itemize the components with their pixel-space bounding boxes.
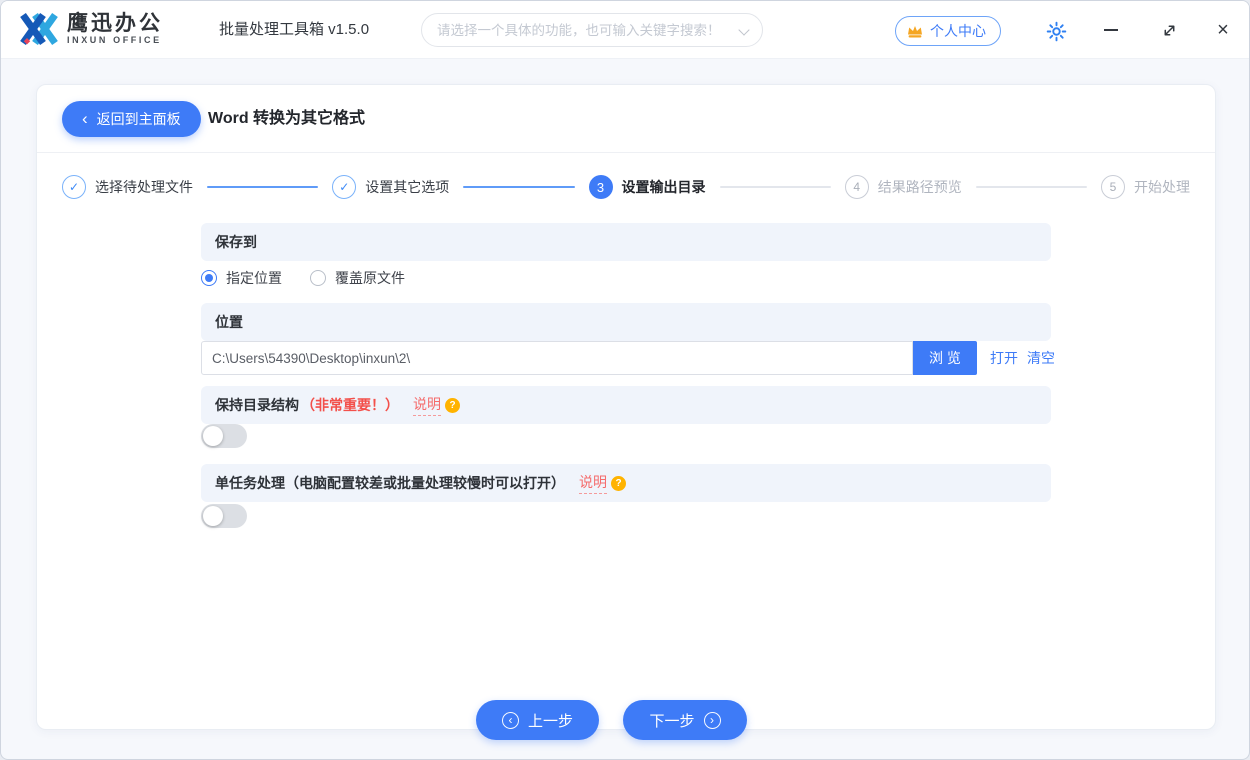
open-folder-link[interactable]: 打开 — [990, 348, 1018, 368]
user-center-button[interactable]: 个人中心 — [895, 16, 1001, 46]
logo-name-en: INXUN OFFICE — [67, 34, 162, 45]
browse-button[interactable]: 浏 览 — [913, 341, 977, 375]
crown-icon — [908, 25, 922, 37]
back-button-label: 返回到主面板 — [96, 111, 181, 127]
radio-specified-location[interactable]: 指定位置 — [201, 268, 282, 288]
step-circle: 4 — [844, 175, 869, 199]
single-task-title: 单任务处理（电脑配置较差或批量处理较慢时可以打开） — [215, 475, 565, 491]
step-connector — [975, 186, 1087, 188]
clear-path-link[interactable]: 清空 — [1027, 348, 1055, 368]
section-single-task: 单任务处理（电脑配置较差或批量处理较慢时可以打开） 说明 ? — [201, 464, 1051, 502]
next-button-label: 下一步 — [649, 712, 695, 730]
prev-button-label: 上一步 — [527, 712, 573, 730]
logo-text: 鹰迅办公 INXUN OFFICE — [67, 11, 163, 46]
minimize-button[interactable] — [1095, 15, 1127, 45]
topbar: 鹰迅办公 INXUN OFFICE 批量处理工具箱 v1.5.0 个人中心 — [1, 1, 1249, 59]
important-note: （非常重要！） — [301, 397, 399, 413]
step-item-output-dir: 3 设置输出目录 — [588, 175, 706, 199]
toggle-knob — [203, 426, 223, 446]
step-label: 选择待处理文件 — [95, 179, 193, 195]
app-logo: 鹰迅办公 INXUN OFFICE — [17, 11, 163, 47]
step-connector — [719, 186, 831, 188]
logo-name-cn: 鹰迅办公 — [67, 11, 163, 35]
close-button[interactable]: × — [1207, 15, 1239, 45]
check-icon: ✓ — [68, 180, 80, 194]
keep-structure-title: 保持目录结构 — [215, 397, 299, 413]
step-connector — [207, 186, 319, 188]
user-center-label: 个人中心 — [930, 23, 986, 39]
step-label: 设置输出目录 — [621, 179, 706, 195]
next-arrow-icon: › — [703, 711, 721, 729]
prev-arrow-icon: ‹ — [501, 711, 519, 729]
app-title: 批量处理工具箱 v1.5.0 — [219, 21, 370, 38]
single-task-toggle[interactable] — [201, 504, 247, 528]
step-circle: 5 — [1101, 175, 1125, 199]
logo-x-icon — [20, 12, 58, 46]
restore-button[interactable] — [1153, 15, 1185, 45]
minimize-icon — [1104, 29, 1118, 31]
gear-icon — [1046, 21, 1066, 41]
save-to-title: 保存到 — [215, 234, 257, 250]
radio-overwrite-original[interactable]: 覆盖原文件 — [310, 268, 405, 288]
step-item-other-options: ✓ 设置其它选项 — [332, 175, 449, 199]
toggle-knob — [203, 506, 223, 526]
check-icon: ✓ — [339, 180, 350, 194]
step-connector — [463, 186, 575, 188]
step-item-select-files: ✓ 选择待处理文件 — [62, 175, 193, 199]
section-keep-structure: 保持目录结构 （非常重要！） 说明 ? — [201, 386, 1051, 424]
back-arrow-icon: ‹ — [82, 108, 88, 128]
close-icon: × — [1217, 18, 1229, 41]
question-badge-icon[interactable]: ? — [445, 397, 460, 413]
step-circle: 3 — [588, 175, 613, 199]
output-path-input[interactable] — [201, 341, 913, 375]
next-step-button[interactable]: 下一步 › — [623, 700, 747, 740]
app-window: 鹰迅办公 INXUN OFFICE 批量处理工具箱 v1.5.0 个人中心 — [0, 0, 1250, 760]
settings-button[interactable] — [1043, 18, 1069, 44]
single-task-help-link[interactable]: 说明 — [579, 472, 607, 494]
page-title: Word 转换为其它格式 — [208, 110, 366, 127]
card-header: ‹ 返回到主面板 Word 转换为其它格式 — [37, 85, 1215, 153]
step-label: 设置其它选项 — [365, 179, 450, 195]
step-circle: ✓ — [332, 175, 357, 199]
location-title: 位置 — [215, 314, 243, 330]
function-select[interactable] — [421, 13, 763, 47]
output-path-row: 浏 览 打开 清空 — [201, 341, 1055, 375]
section-location: 位置 — [201, 303, 1051, 341]
radio-label: 覆盖原文件 — [335, 270, 405, 286]
question-badge-icon[interactable]: ? — [611, 475, 626, 491]
resize-diagonal-icon — [1164, 25, 1174, 35]
step-label: 开始处理 — [1134, 179, 1190, 195]
back-to-dashboard-button[interactable]: ‹ 返回到主面板 — [62, 101, 201, 137]
function-search-input[interactable] — [422, 14, 762, 46]
step-item-start-process: 5 开始处理 — [1101, 175, 1190, 199]
step-circle: ✓ — [62, 175, 86, 199]
step-label: 结果路径预览 — [877, 179, 962, 195]
radio-dot-unselected[interactable] — [310, 270, 326, 286]
section-save-to: 保存到 — [201, 223, 1051, 261]
keep-structure-toggle[interactable] — [201, 424, 247, 448]
step-indicator: ✓ 选择待处理文件 ✓ 设置其它选项 3 设置输出目录 4 结果路径预览 5 开… — [62, 172, 1190, 202]
step-item-result-preview: 4 结果路径预览 — [844, 175, 962, 199]
save-to-radio-group: 指定位置 覆盖原文件 — [201, 263, 405, 293]
prev-step-button[interactable]: ‹ 上一步 — [476, 700, 599, 740]
radio-label: 指定位置 — [226, 270, 282, 286]
keep-structure-help-link[interactable]: 说明 — [413, 394, 441, 416]
radio-dot-selected[interactable] — [201, 270, 217, 286]
